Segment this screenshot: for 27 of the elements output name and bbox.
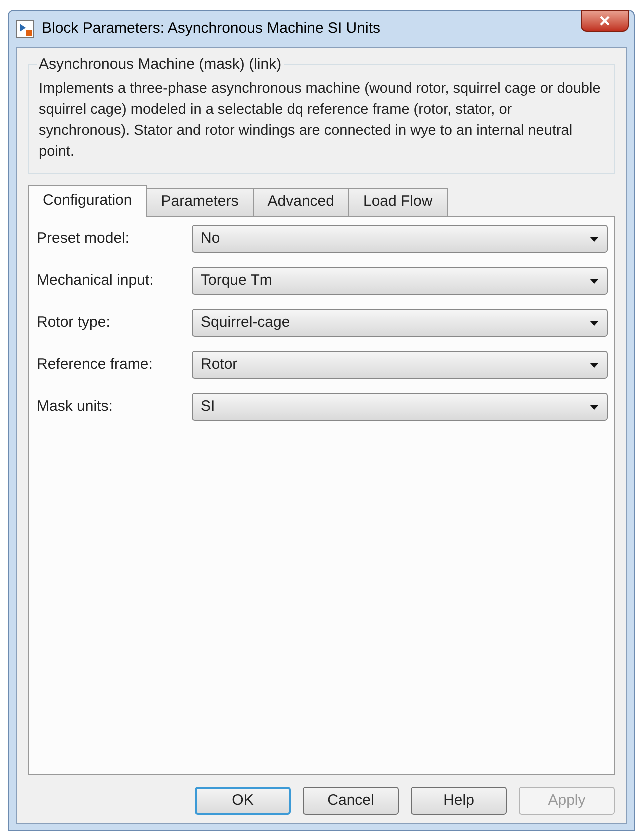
dropdown[interactable]: Squirrel-cage [192,309,608,337]
window-title: Block Parameters: Asynchronous Machine SI Units [42,18,380,39]
dropdown[interactable]: No [192,225,608,253]
field-label: Rotor type: [37,312,112,333]
field-label: Mechanical input: [37,270,155,291]
caret-icon [590,320,599,326]
field-label: Reference frame: [37,354,154,375]
dropdown[interactable]: Torque Tm [192,267,608,295]
close-icon [600,16,610,26]
description-text: Implements a three-phase asynchronous machine (wound rotor, squirrel cage or double squirrel cage) modeled in a selectable dq reference frame (rotor, stator, or synchronous). Stator and rotor windings are connected in wye to an internal neutral point. [39,80,602,162]
dialog-button[interactable]: Help [411,787,507,815]
dialog-button[interactable]: Cancel [303,787,399,815]
caret-icon [590,236,599,242]
app-icon [16,20,34,38]
dialog-button[interactable]: OK [195,787,291,815]
caret-icon [590,404,599,410]
tab[interactable]: Configuration [28,185,148,217]
field-label: Mask units: [37,396,114,417]
tab[interactable]: Advanced [252,188,350,216]
dropdown[interactable]: SI [192,393,608,421]
caret-icon [590,278,599,284]
caret-icon [590,362,599,368]
dropdown[interactable]: Rotor [192,351,608,379]
tab[interactable]: Load Flow [348,188,448,216]
field-label: Preset model: [37,228,131,249]
tab[interactable]: Parameters [146,188,254,216]
close-button[interactable] [581,10,629,32]
